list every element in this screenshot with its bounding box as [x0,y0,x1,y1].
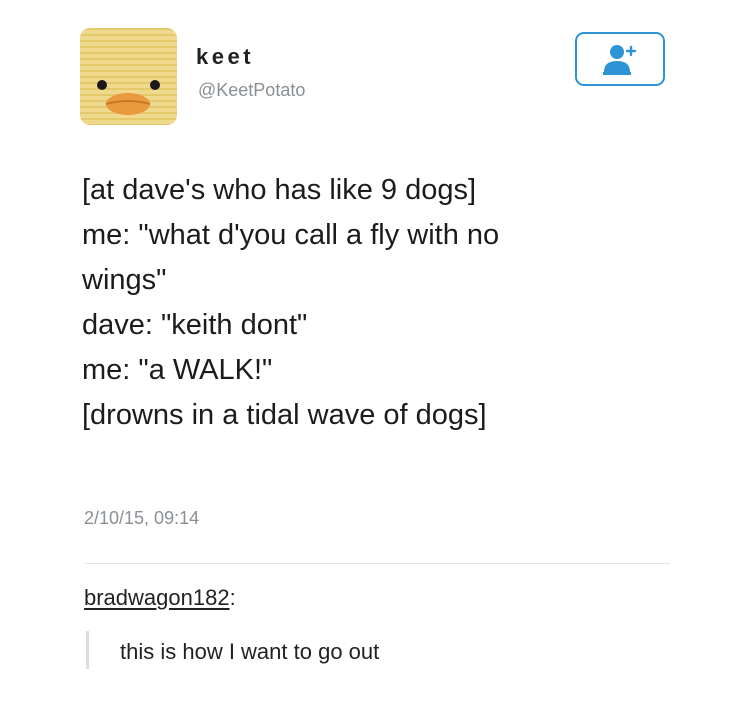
reblog-separator: : [229,585,236,610]
divider [84,563,670,564]
tweet-line: me: "a WALK!" [82,354,273,386]
add-user-icon [603,45,637,75]
tweet-line: me: "what d'you call a fly with no [82,219,500,251]
tweet-line: dave: "keith dont" [82,309,308,341]
reblog-comment: this is how I want to go out [120,639,380,664]
tweet-line: [drowns in a tidal wave of dogs] [82,399,487,431]
quote-bar [86,631,89,669]
duck-face-avatar-icon [80,28,177,125]
display-name[interactable]: keet [196,44,254,70]
tweet-line: wings" [82,264,167,296]
user-handle[interactable]: @KeetPotato [198,80,305,101]
tweet-text: [at dave's who has like 9 dogs] me: "wha… [82,168,682,438]
reblogger-username-link[interactable]: bradwagon182 [84,585,230,610]
avatar[interactable] [80,28,177,125]
reblog-attribution: bradwagon182: [84,585,236,611]
tweet-timestamp[interactable]: 2/10/15, 09:14 [84,508,199,529]
follow-button[interactable] [575,32,665,86]
tweet-line: [at dave's who has like 9 dogs] [82,174,477,206]
